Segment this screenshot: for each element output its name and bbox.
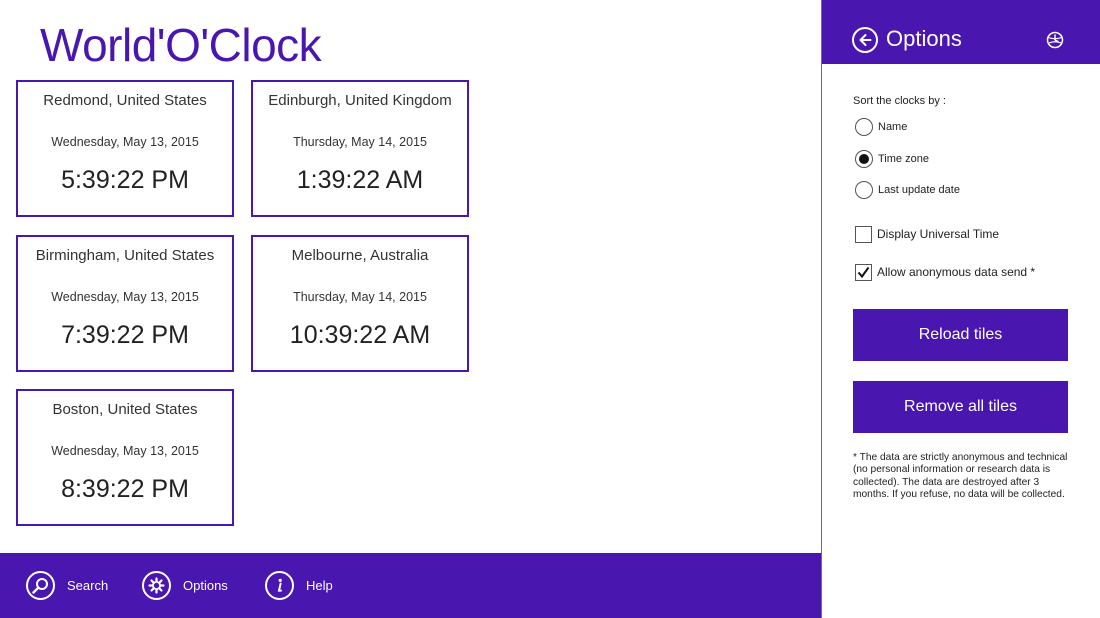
tile-city: Boston, United States xyxy=(52,401,198,418)
options-label: Options xyxy=(183,578,228,593)
radio-button[interactable] xyxy=(855,181,873,199)
tile-time: 8:39:22 PM xyxy=(61,475,189,503)
checkbox-checked[interactable] xyxy=(855,263,872,281)
tile-date: Wednesday, May 13, 2015 xyxy=(51,290,199,304)
tile-date: Wednesday, May 13, 2015 xyxy=(51,135,199,149)
tile-city: Edinburgh, United Kingdom xyxy=(268,92,452,109)
checkmark-icon xyxy=(857,266,870,278)
options-button[interactable]: Options xyxy=(142,553,228,618)
clock-tile[interactable]: Melbourne, Australia Thursday, May 14, 2… xyxy=(251,235,469,372)
tile-time: 1:39:22 AM xyxy=(296,166,424,194)
reload-tiles-button[interactable]: Reload tiles xyxy=(853,309,1068,361)
options-panel: Options Sort the clocks by : Name Time z… xyxy=(822,0,1100,618)
radio-button[interactable] xyxy=(855,118,873,136)
remove-all-tiles-button[interactable]: Remove all tiles xyxy=(853,381,1068,433)
clock-tile[interactable]: Redmond, United States Wednesday, May 13… xyxy=(16,80,234,217)
options-panel-header: Options xyxy=(822,0,1100,64)
radio-label: Last update date xyxy=(878,184,960,196)
arrow-left-icon xyxy=(859,34,872,46)
app-title: World'O'Clock xyxy=(40,19,322,71)
globe-clock-logo-icon xyxy=(1046,31,1064,49)
help-button[interactable]: Help xyxy=(265,553,333,618)
tile-date: Thursday, May 14, 2015 xyxy=(293,290,427,304)
sort-radio-time-zone[interactable]: Time zone xyxy=(855,149,929,169)
display-universal-time-checkbox[interactable]: Display Universal Time xyxy=(855,224,999,244)
tile-time: 7:39:22 PM xyxy=(61,321,189,349)
data-disclaimer: * The data are strictly anonymous and te… xyxy=(853,452,1068,501)
back-button[interactable] xyxy=(852,27,878,53)
tile-time: 10:39:22 AM xyxy=(289,321,431,349)
options-panel-title: Options xyxy=(886,26,962,51)
tile-city: Redmond, United States xyxy=(43,92,207,109)
info-icon xyxy=(265,571,294,600)
help-label: Help xyxy=(306,578,333,593)
search-icon xyxy=(26,571,55,600)
tile-city: Birmingham, United States xyxy=(35,247,215,264)
radio-button-selected[interactable] xyxy=(855,150,873,168)
tile-date: Wednesday, May 13, 2015 xyxy=(51,444,199,458)
tile-city: Melbourne, Australia xyxy=(291,247,429,264)
sort-radio-last-update-date[interactable]: Last update date xyxy=(855,180,960,200)
allow-anonymous-data-checkbox[interactable]: Allow anonymous data send * xyxy=(855,262,1035,282)
clock-tile[interactable]: Birmingham, United States Wednesday, May… xyxy=(16,235,234,372)
search-button[interactable]: Search xyxy=(26,553,108,618)
tile-date: Thursday, May 14, 2015 xyxy=(293,135,427,149)
sort-radio-name[interactable]: Name xyxy=(855,117,907,137)
clock-tile[interactable]: Edinburgh, United Kingdom Thursday, May … xyxy=(251,80,469,217)
checkbox-label: Allow anonymous data send * xyxy=(877,265,1036,279)
clock-tile[interactable]: Boston, United States Wednesday, May 13,… xyxy=(16,389,234,526)
radio-dot xyxy=(859,154,869,164)
sort-label: Sort the clocks by : xyxy=(853,95,946,107)
checkbox[interactable] xyxy=(855,225,872,243)
checkbox-label: Display Universal Time xyxy=(877,227,1000,241)
tile-time: 5:39:22 PM xyxy=(61,166,189,194)
search-label: Search xyxy=(67,578,109,593)
app-bar: Search Options Help xyxy=(0,553,822,618)
radio-label: Name xyxy=(878,121,908,133)
radio-label: Time zone xyxy=(878,153,929,165)
gear-icon xyxy=(142,571,171,600)
